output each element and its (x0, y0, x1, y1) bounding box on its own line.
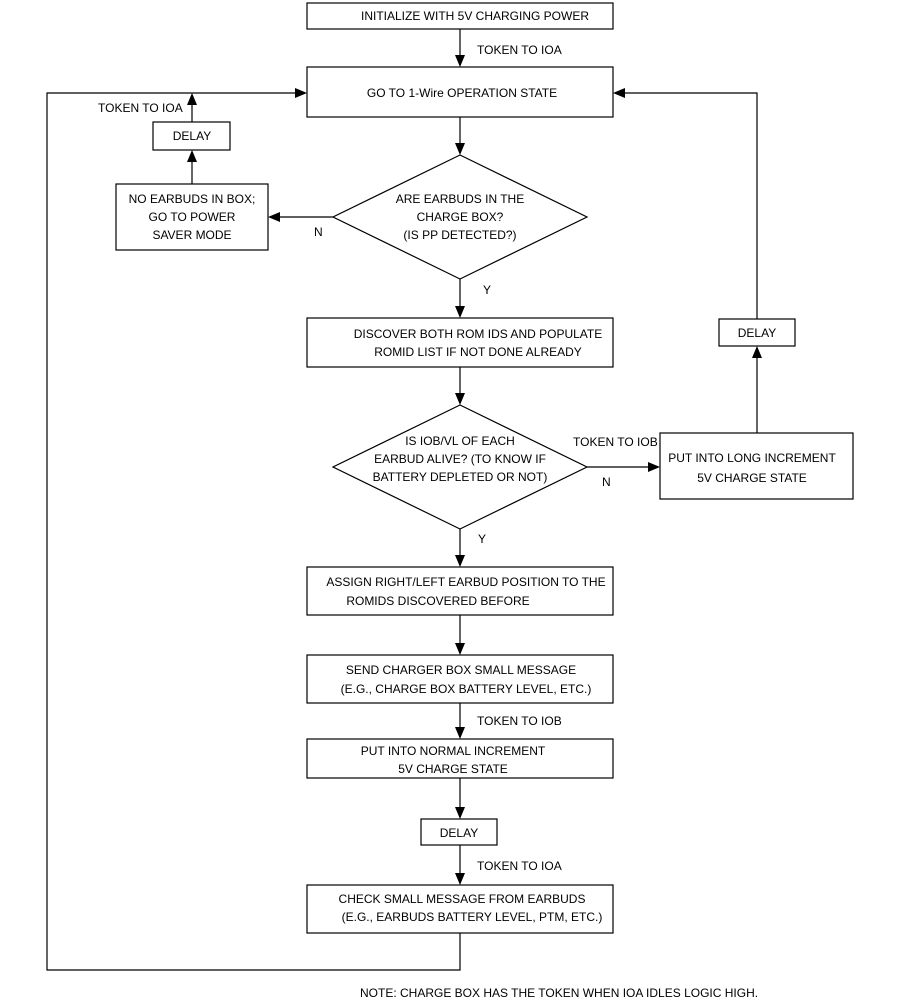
node-text: DELAY (738, 326, 776, 340)
node-text: 5V CHARGE STATE (398, 762, 508, 776)
arrowhead-left (613, 88, 625, 98)
node-text: ROMIDS DISCOVERED BEFORE (346, 594, 529, 608)
edge-label: TOKEN TO IOA (98, 101, 183, 115)
arrowhead-down (455, 873, 465, 885)
flowchart: INITIALIZE WITH 5V CHARGING POWER GO TO … (46, 2, 854, 1000)
node-text: SAVER MODE (152, 228, 231, 242)
footnote: NOTE: CHARGE BOX HAS THE TOKEN WHEN IOA … (360, 986, 758, 1000)
arrowhead-down (455, 643, 465, 655)
node-delay-bottom: DELAY (420, 818, 498, 846)
node-text: NO EARBUDS IN BOX; (129, 192, 256, 206)
arrowhead-down (455, 306, 465, 318)
arrowhead-right (648, 462, 660, 472)
edge-label: N (314, 225, 323, 239)
node-long-increment: PUT INTO LONG INCREMENT 5V CHARGE STATE (659, 432, 854, 500)
node-delay-right: DELAY (718, 318, 796, 347)
edge-label: TOKEN TO IOB (477, 714, 562, 728)
node-text: IS IOB/VL OF EACH (405, 434, 515, 448)
node-discover: DISCOVER BOTH ROM IDS AND POPULATE ROMID… (306, 317, 614, 368)
arrowhead-left (268, 212, 280, 222)
arrowhead-down (455, 55, 465, 67)
node-text: GO TO 1-Wire OPERATION STATE (367, 86, 557, 100)
node-check-message: CHECK SMALL MESSAGE FROM EARBUDS (E.G., … (306, 884, 614, 934)
arrowhead-down (455, 727, 465, 739)
node-text: EARBUD ALIVE? (TO KNOW IF (374, 452, 546, 466)
arrowhead-down (455, 143, 465, 155)
node-text: SEND CHARGER BOX SMALL MESSAGE (346, 663, 576, 677)
node-text: 5V CHARGE STATE (697, 471, 807, 485)
node-text: CHARGE BOX? (417, 210, 504, 224)
edge-label: TOKEN TO IOA (477, 43, 562, 57)
arrowhead-down (455, 393, 465, 405)
node-text: INITIALIZE WITH 5V CHARGING POWER (361, 9, 589, 23)
edge-label: Y (478, 532, 486, 546)
node-one-wire: GO TO 1-Wire OPERATION STATE (306, 66, 614, 118)
node-delay-left: DELAY (152, 121, 231, 151)
node-text: DELAY (173, 129, 211, 143)
node-text: BATTERY DEPLETED OR NOT) (373, 470, 548, 484)
decision-earbuds-in-box: ARE EARBUDS IN THE CHARGE BOX? (IS PP DE… (331, 154, 589, 280)
node-text: DISCOVER BOTH ROM IDS AND POPULATE (354, 327, 602, 341)
node-text: PUT INTO LONG INCREMENT (668, 451, 836, 465)
arrowhead-down (455, 807, 465, 819)
edge-label: Y (483, 283, 491, 297)
node-text: CHECK SMALL MESSAGE FROM EARBUDS (339, 892, 586, 906)
node-text: (E.G., EARBUDS BATTERY LEVEL, PTM, ETC.) (342, 910, 603, 924)
node-send-message: SEND CHARGER BOX SMALL MESSAGE (E.G., CH… (306, 654, 614, 704)
node-text: ROMID LIST IF NOT DONE ALREADY (374, 345, 582, 359)
node-assign: ASSIGN RIGHT/LEFT EARBUD POSITION TO THE… (306, 566, 614, 616)
decision-earbud-alive: IS IOB/VL OF EACH EARBUD ALIVE? (TO KNOW… (331, 404, 589, 530)
node-text: DELAY (440, 826, 478, 840)
node-text: GO TO POWER (149, 210, 236, 224)
node-init: INITIALIZE WITH 5V CHARGING POWER (306, 2, 614, 30)
edge-label: TOKEN TO IOA (477, 859, 562, 873)
node-text: ARE EARBUDS IN THE (396, 192, 524, 206)
arrowhead-up (187, 93, 197, 105)
edge-loop-right (619, 92, 758, 319)
node-text: ASSIGN RIGHT/LEFT EARBUD POSITION TO THE (326, 575, 605, 589)
edge-label: TOKEN TO IOB (573, 435, 658, 449)
node-normal-increment: PUT INTO NORMAL INCREMENT 5V CHARGE STAT… (306, 738, 614, 779)
arrowhead-right (295, 88, 307, 98)
arrowhead-up (752, 346, 762, 358)
arrowhead-down (455, 555, 465, 567)
node-text: PUT INTO NORMAL INCREMENT (361, 744, 546, 758)
arrowhead-up (187, 150, 197, 162)
node-text: (E.G., CHARGE BOX BATTERY LEVEL, ETC.) (341, 682, 592, 696)
node-text: (IS PP DETECTED?) (403, 228, 516, 242)
node-power-saver: NO EARBUDS IN BOX; GO TO POWER SAVER MOD… (115, 183, 269, 251)
edge-label: N (602, 475, 611, 489)
